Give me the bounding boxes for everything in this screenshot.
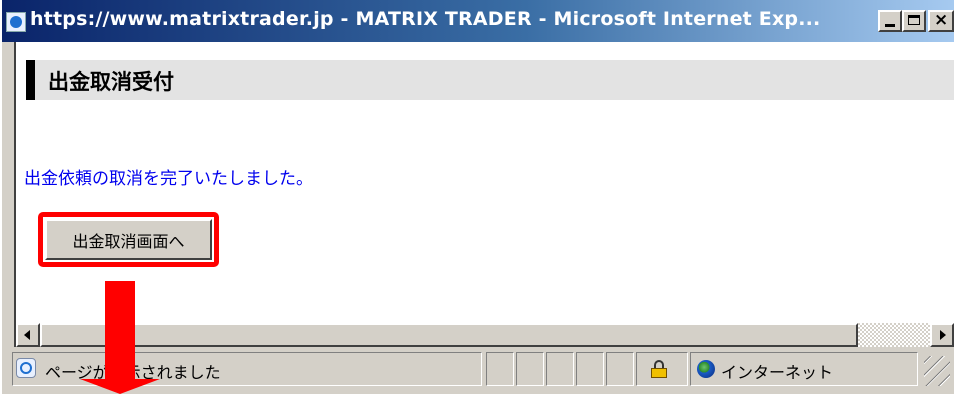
scrollbar-track[interactable] — [858, 323, 932, 347]
heading-bar: 出金取消受付 — [26, 60, 954, 100]
completion-message: 出金依頼の取消を完了いたしました。 — [24, 169, 313, 189]
status-pane-empty — [486, 352, 514, 386]
status-pane-empty — [576, 352, 604, 386]
resize-grip-icon[interactable] — [924, 356, 950, 386]
ie-page-icon — [16, 358, 36, 378]
page-title: 出金取消受付 — [48, 70, 174, 94]
lock-icon — [651, 360, 667, 378]
maximize-button[interactable] — [902, 10, 926, 32]
window-title: https://www.matrixtrader.jp - MATRIX TRA… — [30, 8, 821, 30]
ie-page-icon — [6, 12, 26, 32]
minimize-button[interactable] — [878, 10, 902, 32]
withdrawal-cancel-screen-button[interactable]: 出金取消画面へ — [45, 219, 212, 260]
title-bar[interactable]: https://www.matrixtrader.jp - MATRIX TRA… — [2, 0, 954, 42]
zone-text: インターネット — [721, 363, 834, 382]
status-pane-empty — [546, 352, 574, 386]
arrow-head — [80, 379, 160, 394]
status-pane-empty — [606, 352, 634, 386]
scrollbar-thumb[interactable] — [40, 323, 858, 347]
close-icon: × — [934, 10, 949, 30]
scroll-left-arrow-icon[interactable] — [16, 323, 40, 347]
scroll-right-arrow-icon[interactable] — [930, 323, 954, 347]
zone-pane[interactable]: インターネット — [690, 352, 918, 386]
red-down-arrow-icon — [80, 281, 160, 394]
status-pane-empty — [516, 352, 544, 386]
heading-marker — [26, 60, 35, 100]
arrow-shaft — [105, 281, 135, 381]
security-pane[interactable] — [636, 352, 688, 386]
close-button[interactable]: × — [928, 10, 954, 32]
globe-icon — [697, 360, 715, 378]
